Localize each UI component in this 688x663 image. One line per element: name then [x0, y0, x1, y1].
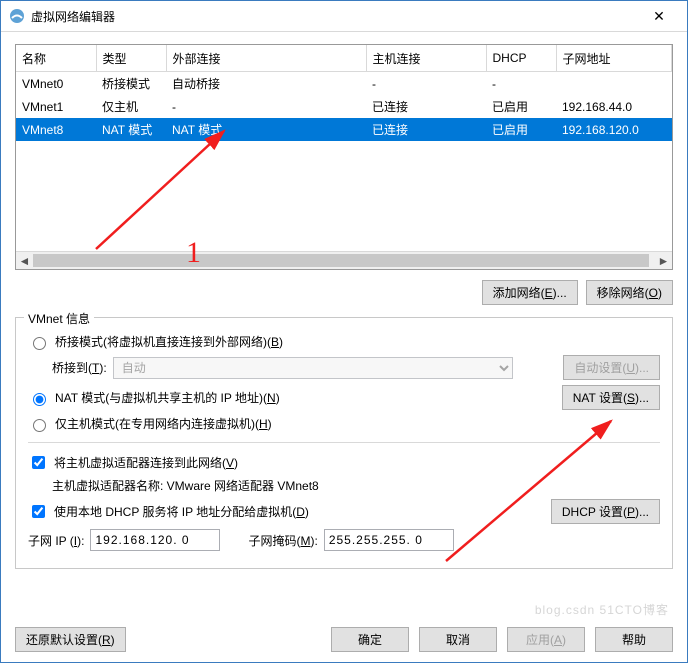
remove-network-button[interactable]: 移除网络(O) — [586, 280, 673, 305]
subnet-ip-label: 子网 IP (I): — [28, 532, 84, 549]
bridge-to-label: 桥接到(T): — [52, 359, 107, 376]
host-only-line: 仅主机模式(在专用网络内连接虚拟机)(H) — [28, 415, 660, 432]
host-adapter-name: 主机虚拟适配器名称: VMware 网络适配器 VMnet8 — [52, 477, 319, 494]
col-host[interactable]: 主机连接 — [366, 45, 486, 72]
bridge-to-line: 桥接到(T): 自动 自动设置(U)... — [52, 355, 660, 380]
nat-mode-label: NAT 模式(与虚拟机共享主机的 IP 地址)(N) — [55, 389, 280, 406]
dhcp-settings-button[interactable]: DHCP 设置(P)... — [551, 499, 660, 524]
window-title: 虚拟网络编辑器 — [31, 8, 639, 25]
host-only-radio[interactable] — [33, 419, 46, 432]
subnet-mask-label: 子网掩码(M): — [248, 532, 317, 549]
ok-button[interactable]: 确定 — [331, 627, 409, 652]
cell-name: VMnet0 — [16, 72, 96, 96]
dhcp-checkbox[interactable] — [32, 505, 45, 518]
table-empty-area[interactable] — [16, 141, 672, 251]
cell-type: 仅主机 — [96, 95, 166, 118]
scroll-thumb[interactable] — [33, 254, 649, 267]
cell-type: NAT 模式 — [96, 118, 166, 141]
cell-subnet — [556, 72, 672, 96]
col-subnet[interactable]: 子网地址 — [556, 45, 672, 72]
table-row[interactable]: VMnet8NAT 模式NAT 模式已连接已启用192.168.120.0 — [16, 118, 672, 141]
scroll-right-arrow[interactable]: ► — [655, 252, 672, 269]
restore-defaults-button[interactable]: 还原默认设置(R) — [15, 627, 126, 652]
network-table-frame: 名称 类型 外部连接 主机连接 DHCP 子网地址 VMnet0桥接模式自动桥接… — [15, 44, 673, 270]
host-adapter-name-line: 主机虚拟适配器名称: VMware 网络适配器 VMnet8 — [52, 477, 660, 494]
cell-dhcp: 已启用 — [486, 95, 556, 118]
cell-ext: NAT 模式 — [166, 118, 366, 141]
host-adapter-line: 将主机虚拟适配器连接到此网络(V) — [28, 453, 660, 472]
cell-ext: - — [166, 95, 366, 118]
col-ext[interactable]: 外部连接 — [166, 45, 366, 72]
bridge-mode-radio[interactable] — [33, 337, 46, 350]
bridge-mode-line: 桥接模式(将虚拟机直接连接到外部网络)(B) — [28, 333, 660, 350]
network-actions: 添加网络(E)... 移除网络(O) — [15, 280, 673, 305]
table-header: 名称 类型 外部连接 主机连接 DHCP 子网地址 — [16, 45, 672, 72]
nat-mode-line: NAT 模式(与虚拟机共享主机的 IP 地址)(N) NAT 设置(S)... — [28, 385, 660, 410]
horizontal-scrollbar[interactable]: ◄ ► — [16, 251, 672, 269]
host-adapter-checkbox[interactable] — [32, 456, 45, 469]
auto-settings-button[interactable]: 自动设置(U)... — [563, 355, 660, 380]
cell-ext: 自动桥接 — [166, 72, 366, 96]
vmware-icon — [9, 8, 25, 24]
cell-host: 已连接 — [366, 118, 486, 141]
group-legend: VMnet 信息 — [24, 310, 94, 327]
table-row[interactable]: VMnet1仅主机-已连接已启用192.168.44.0 — [16, 95, 672, 118]
cell-host: - — [366, 72, 486, 96]
bridge-to-combo[interactable]: 自动 — [113, 357, 513, 379]
cancel-button[interactable]: 取消 — [419, 627, 497, 652]
cell-name: VMnet8 — [16, 118, 96, 141]
subnet-line: 子网 IP (I): 子网掩码(M): — [28, 529, 660, 551]
cell-dhcp: 已启用 — [486, 118, 556, 141]
cell-subnet: 192.168.44.0 — [556, 95, 672, 118]
titlebar: 虚拟网络编辑器 ✕ — [1, 1, 687, 32]
nat-settings-button[interactable]: NAT 设置(S)... — [562, 385, 660, 410]
host-only-label: 仅主机模式(在专用网络内连接虚拟机)(H) — [55, 415, 272, 432]
divider-1 — [28, 442, 660, 443]
cell-dhcp: - — [486, 72, 556, 96]
nat-mode-radio[interactable] — [33, 393, 46, 406]
vmware-vnet-editor-window: 虚拟网络编辑器 ✕ 名称 类型 外部连接 主机连接 DHCP 子网地址 VMne… — [0, 0, 688, 663]
table-row[interactable]: VMnet0桥接模式自动桥接-- — [16, 72, 672, 96]
apply-button[interactable]: 应用(A) — [507, 627, 585, 652]
add-network-button[interactable]: 添加网络(E)... — [482, 280, 578, 305]
watermark: blog.csdn 51CTO博客 — [535, 601, 669, 618]
close-button[interactable]: ✕ — [639, 2, 679, 30]
col-dhcp[interactable]: DHCP — [486, 45, 556, 72]
network-table[interactable]: 名称 类型 外部连接 主机连接 DHCP 子网地址 VMnet0桥接模式自动桥接… — [16, 45, 672, 141]
bridge-mode-label: 桥接模式(将虚拟机直接连接到外部网络)(B) — [55, 333, 283, 350]
window-body: 名称 类型 外部连接 主机连接 DHCP 子网地址 VMnet0桥接模式自动桥接… — [1, 32, 687, 593]
scroll-track[interactable] — [33, 252, 655, 269]
host-adapter-label: 将主机虚拟适配器连接到此网络(V) — [54, 454, 238, 471]
dialog-footer: 还原默认设置(R) 确定 取消 应用(A) 帮助 — [1, 617, 687, 662]
subnet-ip-input[interactable] — [90, 529, 220, 551]
col-type[interactable]: 类型 — [96, 45, 166, 72]
cell-host: 已连接 — [366, 95, 486, 118]
subnet-mask-input[interactable] — [324, 529, 454, 551]
help-button[interactable]: 帮助 — [595, 627, 673, 652]
cell-type: 桥接模式 — [96, 72, 166, 96]
cell-subnet: 192.168.120.0 — [556, 118, 672, 141]
vmnet-info-group: VMnet 信息 桥接模式(将虚拟机直接连接到外部网络)(B) 桥接到(T): … — [15, 317, 673, 569]
cell-name: VMnet1 — [16, 95, 96, 118]
dhcp-label: 使用本地 DHCP 服务将 IP 地址分配给虚拟机(D) — [54, 503, 309, 520]
dhcp-line: 使用本地 DHCP 服务将 IP 地址分配给虚拟机(D) DHCP 设置(P).… — [28, 499, 660, 524]
scroll-left-arrow[interactable]: ◄ — [16, 252, 33, 269]
col-name[interactable]: 名称 — [16, 45, 96, 72]
